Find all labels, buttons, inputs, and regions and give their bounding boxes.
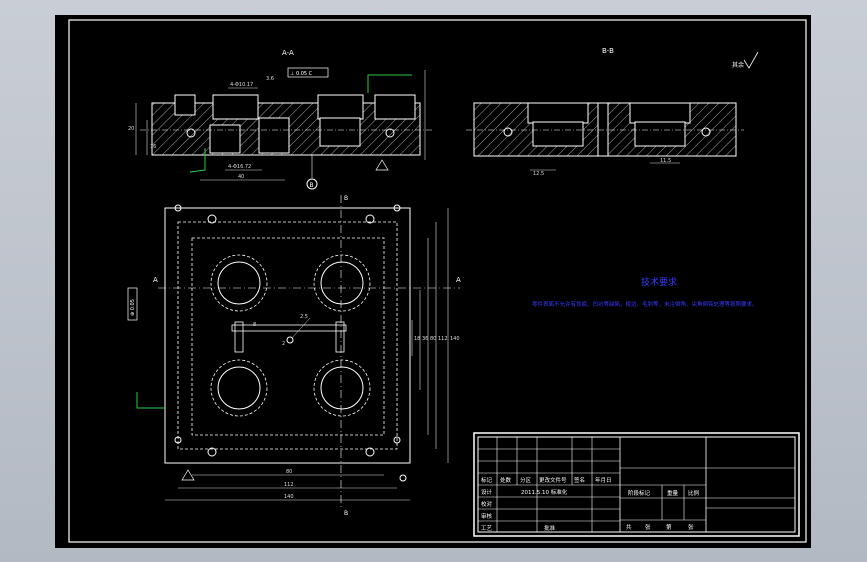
dim-aa-2: 40 <box>238 174 244 180</box>
tb-process-label: 工艺 <box>481 525 493 532</box>
plan-dim-v-4: 140 <box>450 336 460 342</box>
tb-sheet-total: 共 <box>626 523 632 531</box>
tb-header-3: 更改文件号 <box>539 476 567 484</box>
cut-mark-b-bottom: B <box>344 510 348 517</box>
tolerance-box: ⊥ 0.05 C <box>290 71 313 77</box>
tb-scale-label: 比例 <box>688 489 700 497</box>
cut-mark-b-top: B <box>344 195 348 202</box>
plan-dim-v-3: 112 <box>438 336 448 342</box>
tb-checker-label: 校对 <box>481 500 493 508</box>
plan-dim-v-1: 36 <box>422 336 428 342</box>
tb-sheet-current: 第 <box>666 523 672 531</box>
tb-header-4: 签名 <box>574 476 585 484</box>
tb-designer-entry: 2011.5.10 标准化 <box>521 488 568 496</box>
tb-designer-label: 设计 <box>481 488 493 496</box>
plan-label-0: 8 <box>253 322 256 328</box>
plan-dim-h-2: 140 <box>284 494 294 500</box>
dim-aa-1: 4-Φ16.72 <box>228 164 251 170</box>
tb-header-0: 标记 <box>481 476 493 484</box>
tb-header-1: 处数 <box>500 476 512 484</box>
section-aa-label: A-A <box>282 49 294 57</box>
tb-sheet-word: 张 <box>645 523 651 531</box>
tb-approve-label: 批准 <box>544 524 556 532</box>
dim-bb-1: 11.5 <box>660 158 671 164</box>
cut-mark-a-left: A <box>153 276 158 284</box>
datum-b: B <box>310 182 314 189</box>
plan-label-2: 2 <box>282 341 285 347</box>
dim-aa-4: 16 <box>150 144 156 150</box>
roughness-label: 其余 <box>732 61 744 69</box>
section-bb-label: B-B <box>602 47 614 55</box>
plan-label-1: 2.5 <box>300 314 308 320</box>
notes-body: 零件表面不允许有划痕、凹坑等缺陷，棱边、毛刺等，未注倒角、尖角倒钝处理等按照要求… <box>532 302 758 308</box>
dim-aa-0: 4-Φ10.17 <box>230 82 253 88</box>
dim-aa-5: 3.6 <box>266 76 274 82</box>
plan-dim-h-0: 80 <box>286 469 292 475</box>
tb-header-2: 分区 <box>520 476 532 484</box>
cad-drawing-canvas: A-A 4-Φ10.17 4-Φ16.72 40 20 16 3.6 ⊥ 0.0… <box>55 15 811 548</box>
tb-sheet-word2: 张 <box>688 523 694 531</box>
dim-aa-3: 20 <box>128 126 134 132</box>
tb-reviewer-label: 审核 <box>481 512 493 520</box>
notes-title: 技术要求 <box>641 276 677 288</box>
plan-dim-v-0: 18 <box>414 336 420 342</box>
plan-dim-h-1: 112 <box>284 482 294 488</box>
tb-stage-label: 阶段标记 <box>628 489 651 497</box>
dim-bb-0: 12.5 <box>533 171 544 177</box>
cut-mark-a-right: A <box>456 276 461 284</box>
plan-dim-v-2: 80 <box>430 336 436 342</box>
position-box: ⊕ 0.05 <box>130 299 136 316</box>
tb-weight-label: 重量 <box>667 489 679 497</box>
tb-header-5: 年月日 <box>595 476 612 484</box>
